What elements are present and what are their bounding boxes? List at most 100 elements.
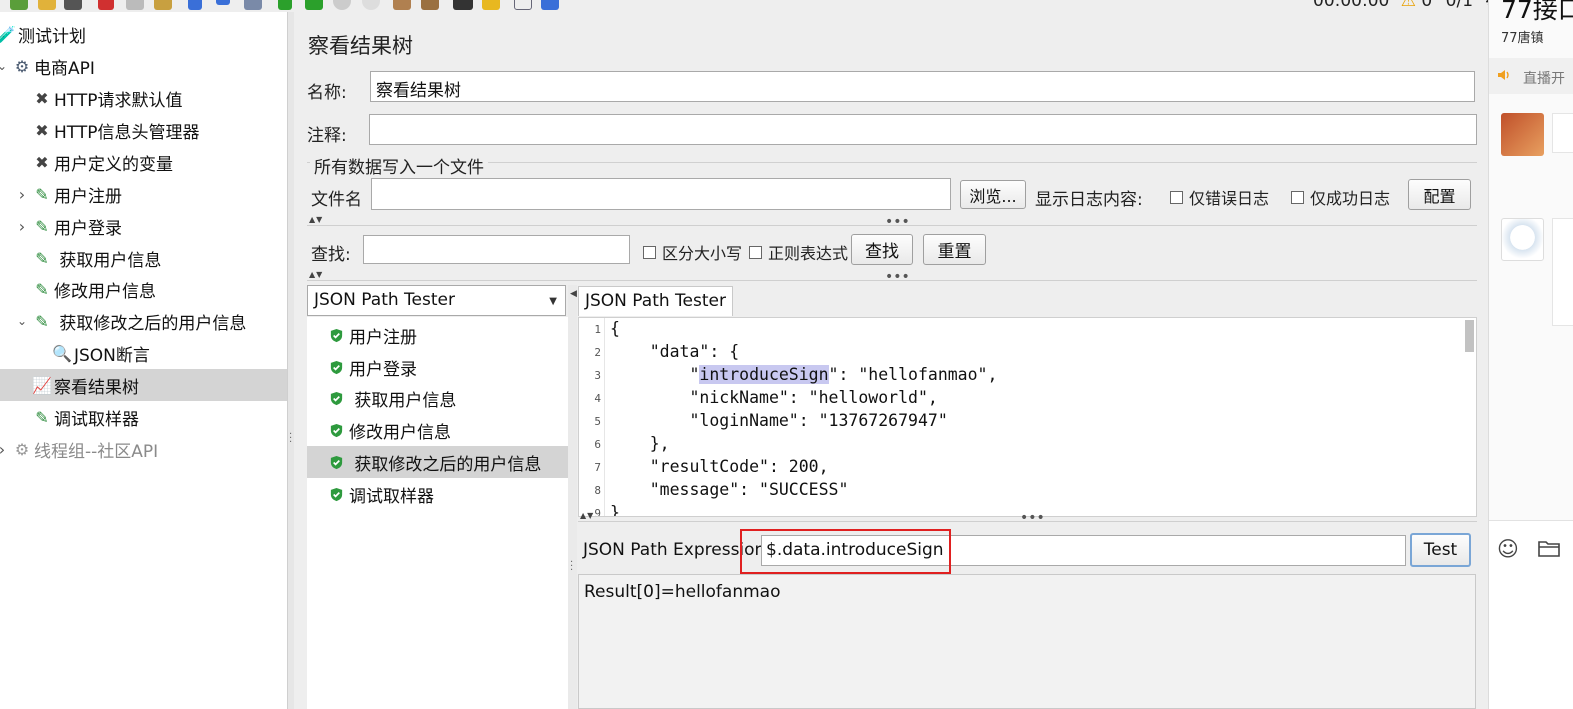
tree-item[interactable]: ✎ 获取用户信息: [0, 242, 287, 274]
collapse-icon[interactable]: [216, 0, 230, 5]
filename-field[interactable]: [371, 178, 951, 210]
json-path-result[interactable]: Result[0]=hellofanmao: [578, 574, 1476, 709]
start-icon[interactable]: [278, 0, 292, 10]
checkbox-box[interactable]: [749, 245, 762, 259]
shutdown-icon[interactable]: [362, 0, 380, 10]
results-splitter[interactable]: ▲▼ •••: [307, 269, 1477, 285]
chevron-down-icon[interactable]: ⌄: [0, 59, 8, 73]
success-only-label: 仅成功日志: [1310, 189, 1391, 208]
tester-splitter[interactable]: ▲▼ •••: [578, 510, 1477, 526]
warning-icon[interactable]: ⚠: [1401, 0, 1416, 11]
checkbox-box[interactable]: [1170, 190, 1183, 204]
clear-all-icon[interactable]: [421, 0, 439, 10]
chevron-right-icon[interactable]: ›: [16, 217, 28, 236]
reset-button[interactable]: 重置: [923, 234, 986, 265]
clear-icon[interactable]: [393, 0, 411, 10]
collapse-left-icon[interactable]: ◀: [570, 289, 577, 299]
renderer-select[interactable]: JSON Path Tester ▼: [307, 285, 566, 316]
function-helper-icon[interactable]: [514, 0, 532, 10]
chat-input-area[interactable]: ☺: [1489, 520, 1573, 709]
avatar[interactable]: [1501, 113, 1544, 156]
split-arrows-icon[interactable]: ▲▼: [309, 270, 323, 279]
paste-icon[interactable]: [154, 0, 172, 10]
code-line: "message": "SUCCESS": [610, 480, 849, 499]
expand-icon[interactable]: [188, 0, 202, 10]
case-sensitive-checkbox[interactable]: 区分大小写: [643, 240, 742, 264]
tree-item-label: JSON断言: [74, 345, 150, 366]
regex-checkbox[interactable]: 正则表达式: [749, 240, 848, 264]
name-field[interactable]: 察看结果树: [370, 71, 1475, 102]
tree-item[interactable]: 📈 察看结果树: [0, 369, 287, 401]
tree-item-label: 调试取样器: [54, 409, 139, 430]
stop-icon[interactable]: [333, 0, 351, 10]
tree-item[interactable]: 🔍 JSON断言: [0, 337, 287, 369]
emoji-icon[interactable]: ☺: [1497, 537, 1519, 561]
tree-item[interactable]: › ✎ 用户登录: [0, 210, 287, 242]
checkbox-box[interactable]: [643, 245, 656, 259]
tree-item[interactable]: ✎ 修改用户信息: [0, 273, 287, 305]
tab-json-path-tester[interactable]: JSON Path Tester: [578, 286, 733, 316]
configure-button[interactable]: 配置: [1408, 179, 1471, 210]
response-editor[interactable]: 123456789 { "data": { "introduceSign": "…: [578, 317, 1477, 517]
line-number: 4: [594, 392, 601, 405]
result-item-label: 调试取样器: [349, 486, 434, 507]
splitter-grip-icon: •••: [885, 214, 910, 230]
checkbox-box[interactable]: [1291, 190, 1304, 204]
message-bubble[interactable]: [1552, 113, 1573, 153]
success-shield-icon: [330, 360, 343, 374]
live-notice-bar[interactable]: 直播开: [1489, 58, 1573, 94]
result-item[interactable]: 获取用户信息: [307, 382, 568, 414]
search-splitter[interactable]: ▲▼ •••: [307, 214, 1477, 230]
tree-splitter[interactable]: · · ·: [287, 12, 294, 709]
test-button[interactable]: Test: [1410, 533, 1471, 567]
tree-item[interactable]: ⌄ ✎ 获取修改之后的用户信息: [0, 305, 287, 337]
tree-item[interactable]: › ✎ 用户注册: [0, 178, 287, 210]
code-fragment: ": "hellofanmao",: [828, 365, 998, 384]
browse-button[interactable]: 浏览...: [960, 180, 1026, 209]
find-button[interactable]: 查找: [851, 234, 913, 265]
result-item[interactable]: 调试取样器: [307, 478, 568, 510]
toggle-icon[interactable]: [244, 0, 262, 10]
pipette-icon: ✎: [35, 184, 49, 204]
chevron-right-icon[interactable]: ›: [0, 440, 8, 459]
success-shield-icon: [330, 423, 343, 437]
save-icon[interactable]: [64, 0, 82, 10]
avatar[interactable]: [1501, 218, 1544, 261]
result-item[interactable]: 用户注册: [307, 319, 568, 351]
pipette-icon: ✎: [35, 248, 49, 268]
errors-only-checkbox[interactable]: 仅错误日志: [1170, 185, 1269, 209]
line-number: 6: [594, 438, 601, 451]
editor-scrollbar-thumb[interactable]: [1465, 320, 1474, 352]
tree-item[interactable]: ✖ HTTP请求默认值: [0, 82, 287, 114]
split-arrows-icon[interactable]: ▲▼: [309, 215, 323, 224]
open-folder-icon[interactable]: [38, 0, 56, 10]
results-vertical-splitter[interactable]: ◀ · · ·: [568, 285, 577, 709]
template-icon[interactable]: [10, 0, 28, 10]
result-item[interactable]: 获取修改之后的用户信息: [307, 446, 568, 478]
binoculars-icon[interactable]: [453, 0, 473, 10]
tree-item[interactable]: 🧪 测试计划: [0, 18, 287, 50]
name-label: 名称:: [307, 83, 347, 103]
search-input[interactable]: [363, 235, 630, 264]
tree-item[interactable]: ✖ HTTP信息头管理器: [0, 114, 287, 146]
success-only-checkbox[interactable]: 仅成功日志: [1291, 185, 1390, 209]
message-bubble[interactable]: [1552, 218, 1573, 326]
reset-search-icon[interactable]: [482, 0, 500, 10]
help-icon[interactable]: [541, 0, 559, 10]
comment-field[interactable]: [369, 114, 1477, 145]
tree-item[interactable]: ✖ 用户定义的变量: [0, 146, 287, 178]
result-item[interactable]: 修改用户信息: [307, 414, 568, 446]
result-item[interactable]: 用户登录: [307, 351, 568, 383]
chevron-down-icon[interactable]: ▼: [549, 296, 557, 307]
folder-icon[interactable]: [1538, 539, 1560, 557]
tree-item[interactable]: ✎ 调试取样器: [0, 401, 287, 433]
code-line: "nickName": "helloworld",: [610, 388, 938, 407]
copy-icon[interactable]: [126, 0, 144, 10]
chevron-down-icon[interactable]: ⌄: [16, 314, 28, 328]
tree-item[interactable]: › ⚙线程组--社区API: [0, 433, 287, 465]
cut-icon[interactable]: [98, 0, 114, 10]
chevron-right-icon[interactable]: ›: [16, 185, 28, 204]
tree-item[interactable]: ⌄ ⚙ 电商API: [0, 50, 287, 82]
start-no-pause-icon[interactable]: [305, 0, 323, 10]
split-arrows-icon[interactable]: ▲▼: [580, 511, 594, 520]
